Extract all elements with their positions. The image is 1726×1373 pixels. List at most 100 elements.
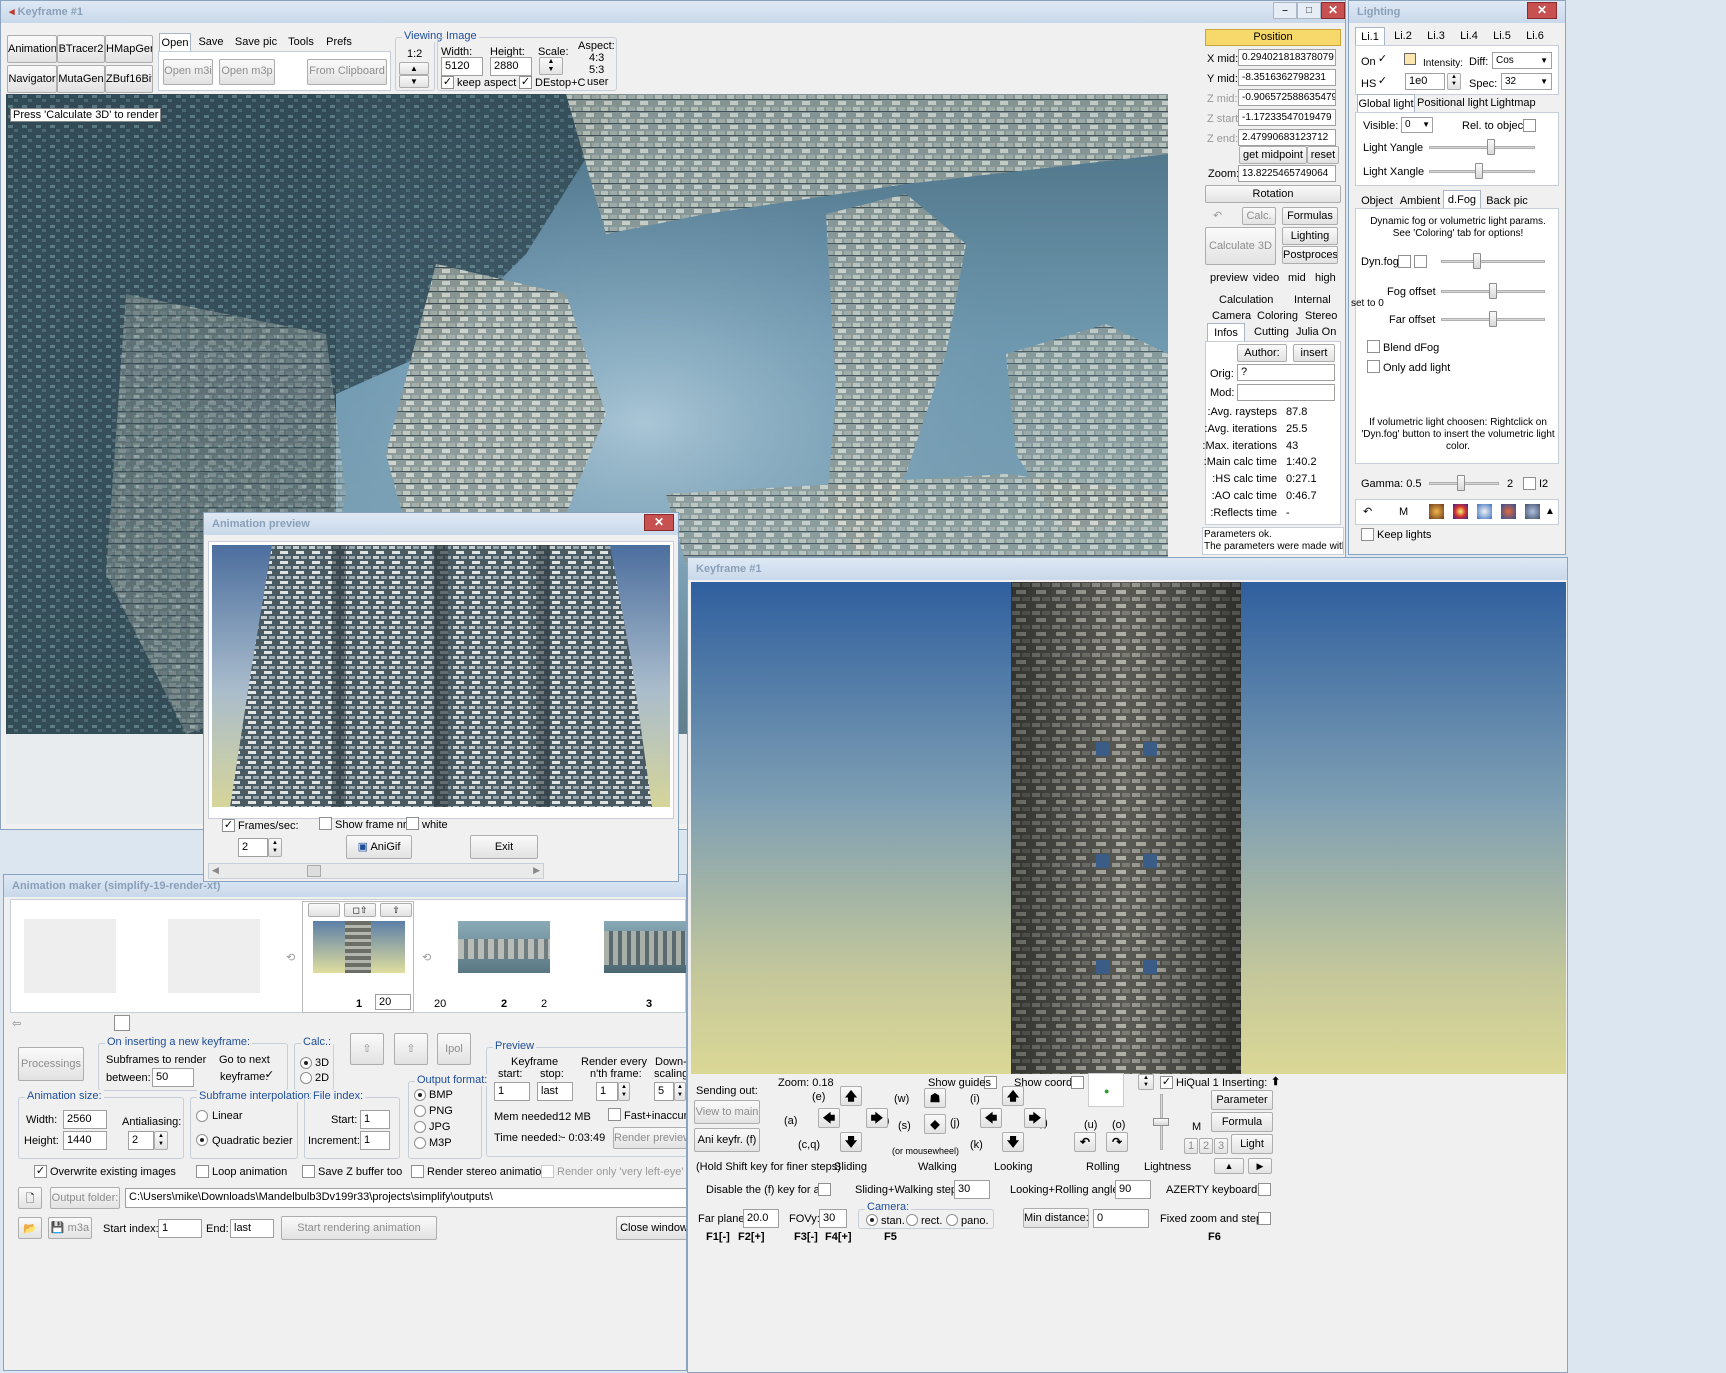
fog-offset-slider-thumb[interactable] [1489, 283, 1497, 299]
yangle-slider-thumb[interactable] [1487, 139, 1495, 155]
strip-scroll-box[interactable] [114, 1015, 130, 1031]
author-button[interactable]: Author: [1237, 344, 1287, 362]
fps-input[interactable]: 2 [238, 838, 268, 857]
disable-f-key-checkbox[interactable] [818, 1183, 831, 1196]
position-header[interactable]: Position [1205, 29, 1341, 46]
parameter-button[interactable]: Parameter [1211, 1090, 1273, 1110]
spec-select[interactable]: 32 ▼ [1501, 73, 1552, 90]
overwrite-checkbox[interactable]: ✓ [34, 1165, 47, 1178]
linear-radio[interactable] [196, 1110, 208, 1122]
antialiasing-stepper[interactable]: ▲ ▼ [154, 1131, 168, 1150]
keyframe-toolbar-3[interactable]: ⇧ [380, 903, 412, 917]
exit-button[interactable]: Exit [470, 835, 538, 859]
light-button[interactable]: Light [1231, 1134, 1273, 1154]
scroll-right-button[interactable]: ▶ [1248, 1158, 1272, 1174]
dynfog-slider-thumb[interactable] [1473, 253, 1481, 269]
scroll-up-button[interactable]: ▲ [1214, 1158, 1244, 1174]
lighting-close-button[interactable]: ✕ [1527, 2, 1557, 19]
camera-rect-radio[interactable] [906, 1214, 918, 1226]
move-left-icon[interactable]: 🡄 [818, 1108, 840, 1128]
minimize-button[interactable]: – [1273, 2, 1297, 19]
tab-save[interactable]: Save [196, 33, 226, 51]
light-color-swatch[interactable] [1404, 53, 1416, 65]
pos-row-input-4[interactable]: 2.47990683123712 [1238, 129, 1336, 146]
preview-scrollbar[interactable]: ◀ ▶ [208, 863, 544, 879]
tab-save-pic[interactable]: Save pic [231, 33, 281, 51]
left-eye-checkbox[interactable] [541, 1165, 554, 1178]
mod-input[interactable] [1237, 384, 1335, 401]
nth-frame-stepper[interactable]: ▲ ▼ [618, 1082, 630, 1101]
start-rendering-button[interactable]: Start rendering animation [281, 1216, 437, 1240]
tab-prefs[interactable]: Prefs [321, 33, 357, 51]
visible-select[interactable]: 0 ▼ [1401, 117, 1433, 133]
start-index-input[interactable]: 1 [158, 1219, 202, 1238]
width-input[interactable]: 5120 [441, 57, 483, 76]
keyframe-toolbar-2[interactable]: ◻⇧ [344, 903, 376, 917]
formulas-button[interactable]: Formulas [1282, 207, 1338, 225]
preset-icon-4[interactable] [1501, 504, 1516, 519]
preset-icon-2[interactable] [1453, 504, 1468, 519]
savez-checkbox[interactable] [302, 1165, 315, 1178]
end-input[interactable]: last [230, 1219, 274, 1238]
link-icon[interactable]: ⟲ [286, 951, 295, 965]
format-m3p-radio[interactable] [414, 1137, 426, 1149]
tab-light-2[interactable]: Li.2 [1388, 27, 1418, 45]
scroll-thumb[interactable] [307, 865, 321, 877]
roll-left-icon[interactable]: ↶ [1074, 1132, 1096, 1152]
m3a-button[interactable]: 💾 m3a [48, 1217, 92, 1239]
render-preview-button[interactable]: Render preview [613, 1127, 686, 1149]
xangle-slider-thumb[interactable] [1475, 163, 1483, 179]
walk-forward-icon[interactable]: ☗ [924, 1088, 946, 1108]
scale-stepper[interactable]: ▲ ▼ [539, 57, 563, 75]
quality-high[interactable]: high [1315, 271, 1336, 285]
format-bmp-radio[interactable] [414, 1089, 426, 1101]
tab-global-light[interactable]: Global light [1357, 94, 1415, 113]
m-label[interactable]: M [1399, 505, 1408, 519]
num-3-button[interactable]: 3 [1214, 1138, 1228, 1154]
i2-checkbox[interactable] [1523, 477, 1536, 490]
dynfog-slider-track[interactable] [1441, 260, 1545, 263]
ani-height-input[interactable]: 1440 [63, 1131, 107, 1150]
up-arrow-icon[interactable]: ▲ [1545, 505, 1555, 519]
fovy-input[interactable]: 30 [819, 1209, 847, 1228]
scroll-right-icon[interactable]: ▶ [533, 865, 540, 876]
show-coords-checkbox[interactable] [1071, 1076, 1084, 1089]
link-icon-2[interactable]: ⟲ [422, 951, 431, 965]
pos-row-input-0[interactable]: 0.294021818378079 [1238, 49, 1336, 66]
close-button[interactable]: ✕ [1321, 2, 1345, 19]
insert-keyframe-button[interactable]: ⇧ [350, 1033, 384, 1065]
diff-select[interactable]: Cos ▼ [1492, 52, 1552, 69]
tab-positional-light[interactable]: Positional light [1417, 94, 1488, 112]
destop-checkbox[interactable]: ✓ [519, 76, 532, 89]
look-right-icon[interactable]: 🡆 [1024, 1108, 1046, 1128]
keyframe-2-thumb[interactable] [458, 921, 550, 973]
min-distance-input[interactable]: 0 [1093, 1209, 1149, 1228]
num-2-button[interactable]: 2 [1199, 1138, 1213, 1154]
camera-stan-radio[interactable] [866, 1214, 878, 1226]
format-jpg-radio[interactable] [414, 1121, 426, 1133]
dynfog-checkbox-2[interactable] [1414, 255, 1427, 268]
undo-light-icon[interactable]: ↶ [1363, 505, 1372, 519]
close-window-button[interactable]: Close window [616, 1216, 686, 1240]
walk-back-icon[interactable]: ◆ [924, 1114, 946, 1134]
between-input[interactable]: 50 [152, 1068, 194, 1087]
frame-slot-empty-1[interactable] [24, 919, 116, 993]
blend-dfog-checkbox[interactable] [1367, 340, 1380, 353]
down-scaling-input[interactable]: 5 [654, 1082, 674, 1101]
camera-pano-radio[interactable] [946, 1214, 958, 1226]
calc-2d-radio[interactable] [300, 1072, 312, 1084]
dynfog-checkbox-1[interactable] [1398, 255, 1411, 268]
keep-lights-checkbox[interactable] [1361, 528, 1374, 541]
look-left-icon[interactable]: 🡄 [980, 1108, 1002, 1128]
fixed-zoom-checkbox[interactable] [1258, 1212, 1271, 1225]
insert-between-button[interactable]: ⇧ [394, 1033, 428, 1065]
rotation-button[interactable]: Rotation [1205, 185, 1341, 203]
preview-close-button[interactable]: ✕ [644, 514, 674, 531]
azerty-checkbox[interactable] [1258, 1183, 1271, 1196]
roll-right-icon[interactable]: ↷ [1106, 1132, 1128, 1152]
scroll-left-icon[interactable]: ⇦ [12, 1017, 21, 1031]
go-next-checkbox[interactable]: ✓ [263, 1070, 276, 1083]
new-folder-icon[interactable]: 🗋 [18, 1187, 42, 1209]
tab-calculation[interactable]: Calculation [1219, 293, 1273, 307]
preview-start-input[interactable]: 1 [494, 1082, 530, 1101]
